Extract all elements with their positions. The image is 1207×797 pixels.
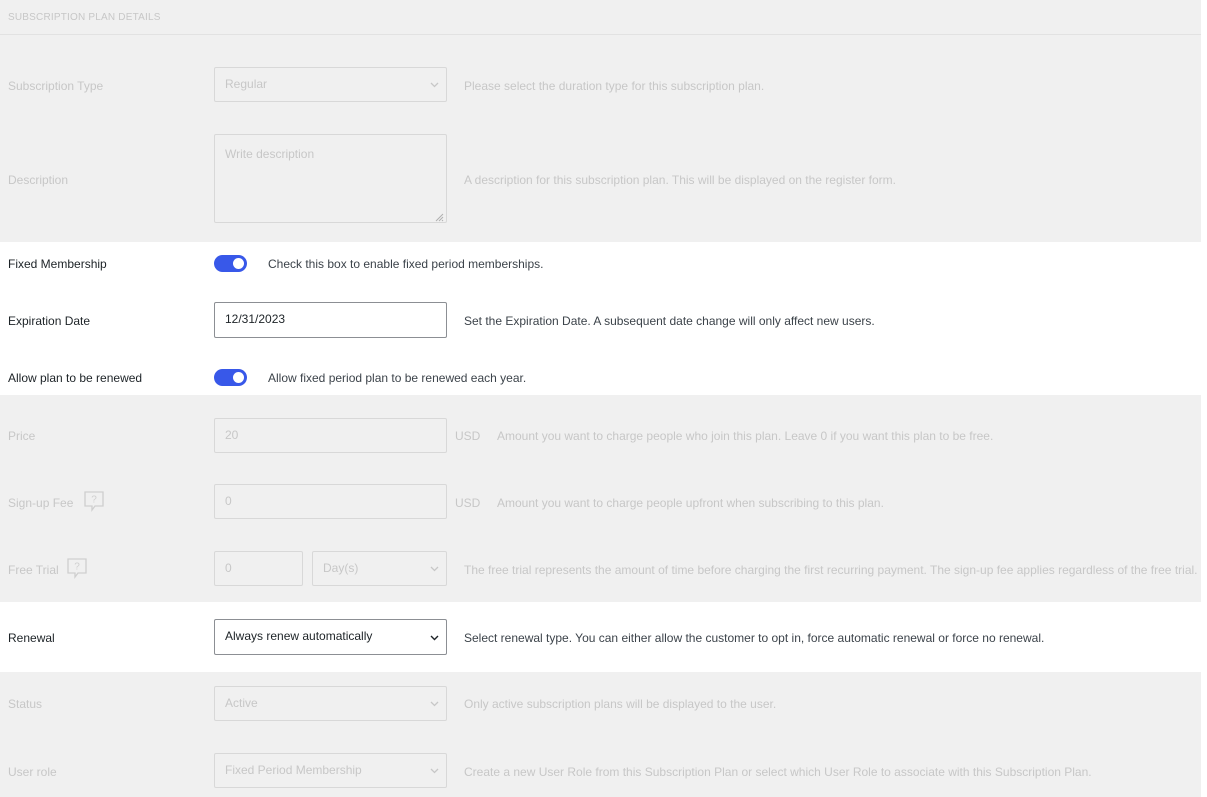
free-trial-row: Free Trial ? 0 Day(s) The free trial rep… <box>0 551 1207 586</box>
price-help: Amount you want to charge people who joi… <box>497 429 994 443</box>
expiration-date-input[interactable]: 12/31/2023 <box>214 302 447 338</box>
section-fixed-membership: Fixed Membership Check this box to enabl… <box>0 242 1207 395</box>
subscription-plan-form: SUBSCRIPTION PLAN DETAILS Subscription T… <box>0 0 1207 797</box>
fixed-membership-row: Fixed Membership Check this box to enabl… <box>0 254 1207 274</box>
fixed-membership-label: Fixed Membership <box>8 257 107 271</box>
status-row: Status Active Only active subscription p… <box>0 686 1207 721</box>
allow-renew-label: Allow plan to be renewed <box>8 371 143 385</box>
description-placeholder: Write description <box>225 147 315 161</box>
expiration-date-label: Expiration Date <box>8 314 91 328</box>
svg-text:?: ? <box>74 562 80 573</box>
subscription-type-label: Subscription Type <box>8 79 104 93</box>
renewal-row: Renewal Always renew automatically Selec… <box>0 619 1207 655</box>
signup-fee-currency: USD <box>455 496 481 510</box>
help-tooltip-icon[interactable]: ? <box>66 557 88 579</box>
chevron-down-icon <box>430 699 439 707</box>
section-disabled-top: SUBSCRIPTION PLAN DETAILS Subscription T… <box>0 0 1207 242</box>
section-pricing: Price 20 USD Amount you want to charge p… <box>0 395 1207 602</box>
section-renewal: Renewal Always renew automatically Selec… <box>0 602 1207 672</box>
free-trial-input[interactable]: 0 <box>214 551 303 586</box>
section-title: SUBSCRIPTION PLAN DETAILS <box>8 12 161 23</box>
signup-fee-value: 0 <box>225 494 232 508</box>
status-label: Status <box>8 697 43 711</box>
free-trial-unit-value: Day(s) <box>323 561 359 575</box>
status-help: Only active subscription plans will be d… <box>464 697 777 711</box>
description-row: Description Write description A descript… <box>0 134 1207 223</box>
help-tooltip-icon[interactable]: ? <box>83 490 105 512</box>
subscription-type-row: Subscription Type Regular Please select … <box>0 67 1207 102</box>
user-role-label: User role <box>8 765 57 779</box>
price-currency: USD <box>455 429 481 443</box>
free-trial-value: 0 <box>225 561 232 575</box>
right-gutter <box>1201 0 1207 242</box>
price-label: Price <box>8 429 36 443</box>
chevron-down-icon <box>430 564 439 572</box>
subscription-type-value: Regular <box>225 77 268 91</box>
subscription-type-help: Please select the duration type for this… <box>464 79 765 93</box>
renewal-help: Select renewal type. You can either allo… <box>464 631 1045 645</box>
resize-handle-icon[interactable] <box>434 210 444 222</box>
status-select[interactable]: Active <box>214 686 447 721</box>
status-value: Active <box>225 696 258 710</box>
chevron-down-icon <box>430 766 439 774</box>
free-trial-help: The free trial represents the amount of … <box>464 563 1198 577</box>
allow-renew-toggle[interactable] <box>214 369 247 386</box>
signup-fee-row: Sign-up Fee ? 0 USD Amount you want to c… <box>0 484 1207 519</box>
signup-fee-label: Sign-up Fee <box>8 496 74 510</box>
section-status: Status Active Only active subscription p… <box>0 672 1207 797</box>
toggle-knob <box>233 372 244 383</box>
price-value: 20 <box>225 428 239 442</box>
expiration-date-value: 12/31/2023 <box>225 312 286 326</box>
renewal-value: Always renew automatically <box>225 629 373 643</box>
signup-fee-help: Amount you want to charge people upfront… <box>497 496 884 510</box>
free-trial-unit-select[interactable]: Day(s) <box>312 551 447 586</box>
expiration-date-row: Expiration Date 12/31/2023 Set the Expir… <box>0 302 1207 338</box>
user-role-value: Fixed Period Membership <box>225 763 362 777</box>
description-help: A description for this subscription plan… <box>464 173 896 187</box>
description-textarea[interactable]: Write description <box>214 134 447 223</box>
svg-text:?: ? <box>91 495 97 506</box>
fixed-membership-help: Check this box to enable fixed period me… <box>268 257 544 271</box>
allow-renew-help: Allow fixed period plan to be renewed ea… <box>268 371 527 385</box>
right-gutter <box>1201 672 1207 797</box>
free-trial-label: Free Trial <box>8 563 59 577</box>
expiration-date-help: Set the Expiration Date. A subsequent da… <box>464 314 875 328</box>
price-row: Price 20 USD Amount you want to charge p… <box>0 418 1207 453</box>
user-role-help: Create a new User Role from this Subscri… <box>464 765 1092 779</box>
chevron-down-icon <box>430 633 439 641</box>
renewal-label: Renewal <box>8 631 55 645</box>
section-divider <box>0 34 1201 35</box>
toggle-knob <box>233 258 244 269</box>
right-gutter <box>1201 395 1207 602</box>
allow-renew-row: Allow plan to be renewed Allow fixed per… <box>0 368 1207 388</box>
user-role-select[interactable]: Fixed Period Membership <box>214 753 447 788</box>
fixed-membership-toggle[interactable] <box>214 255 247 272</box>
signup-fee-input[interactable]: 0 <box>214 484 447 519</box>
subscription-type-select[interactable]: Regular <box>214 67 447 102</box>
user-role-row: User role Fixed Period Membership Create… <box>0 753 1207 788</box>
price-input[interactable]: 20 <box>214 418 447 453</box>
chevron-down-icon <box>430 80 439 88</box>
renewal-select[interactable]: Always renew automatically <box>214 619 447 655</box>
description-label: Description <box>8 173 69 187</box>
